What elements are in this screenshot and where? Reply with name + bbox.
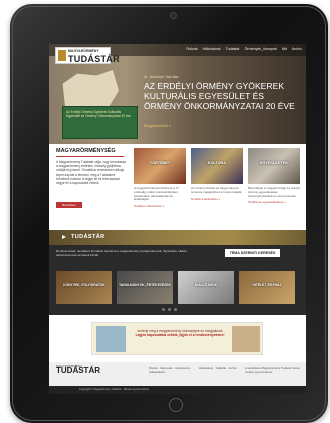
nav-item[interactable]: Rólunk bbox=[186, 47, 197, 51]
card-text: A magyarörmények története a 17. századi… bbox=[134, 186, 181, 202]
tile-label: HITÉLET, EGYHÁZ bbox=[252, 283, 282, 287]
card-label: EGYESÜLETEK bbox=[259, 161, 289, 165]
footer-links[interactable]: Rólunk · Kapcsolat · Impresszum · Adatvé… bbox=[149, 366, 193, 374]
heading-divider bbox=[56, 156, 124, 157]
footer-links[interactable]: Hálózatunk · Tudástár · Archív bbox=[199, 366, 239, 371]
tile-konyvek[interactable]: KÖNYVEK, FOLYÓIRATOK bbox=[56, 271, 112, 304]
intro-text: A Magyarörmény Tudástár célja, hogy bemu… bbox=[56, 160, 126, 186]
footer-logo[interactable]: TUDÁSTÁR bbox=[56, 366, 100, 375]
browser-screen: MAGYARÖRMÉNY TUDÁSTÁR Rólunk Hálózatunk … bbox=[49, 44, 306, 394]
nav-item[interactable]: Tudástár bbox=[226, 47, 240, 51]
tudastar-text: Rendszerezett, tematikus formában keresh… bbox=[56, 249, 188, 257]
card-image: TÖRTÉNET bbox=[134, 148, 186, 184]
hero-book-cover[interactable]: Az Erdélyi Örmény Gyökerek Kulturális Eg… bbox=[62, 106, 138, 139]
copyright-text: Copyright © Magyarörmény Tudástár · Mind… bbox=[79, 388, 149, 391]
logo-title: TUDÁSTÁR bbox=[68, 54, 120, 64]
banner-image bbox=[96, 326, 126, 352]
card-link[interactable]: Tovább a történethez » bbox=[134, 204, 186, 208]
camera-icon bbox=[170, 12, 177, 19]
topic-card-kultura[interactable]: KULTÚRA Az örmény kultúra és hagyományok… bbox=[191, 148, 243, 201]
topic-card-tortenet[interactable]: TÖRTÉNET A magyarörmények története a 17… bbox=[134, 148, 186, 208]
nav-item[interactable]: Örmények_ünnepek bbox=[245, 47, 277, 51]
banner-text: Ismerje meg a magyarörmény közösségek és… bbox=[132, 329, 228, 338]
section-heading: MAGYARÖRMÉNYSÉG bbox=[56, 148, 116, 154]
card-link[interactable]: Tovább a kultúrához » bbox=[191, 197, 243, 201]
banner-line: Légjen kapcsolatba velünk, jöjjön el a r… bbox=[135, 333, 225, 338]
card-text: Bemutatjuk a magyarországi és erdélyi ör… bbox=[248, 186, 300, 198]
card-text: Az örmény kultúra és hagyományok ismeret… bbox=[191, 186, 243, 194]
copyright-bar: Copyright © Magyarörmény Tudástár · Mind… bbox=[49, 386, 306, 394]
hero-author: dr. Issekutz Sarolta: bbox=[144, 74, 180, 79]
arrow-right-icon bbox=[62, 235, 66, 239]
tile-tanulmanyok[interactable]: TANULMÁNYOK, ÉRTEKEZÉSEK bbox=[117, 271, 173, 304]
card-image: EGYESÜLETEK bbox=[248, 148, 300, 184]
nav-item[interactable]: Mit bbox=[282, 47, 287, 51]
book-title: Az Erdélyi Örmény Gyökerek Kulturális Eg… bbox=[66, 110, 132, 118]
topic-card-egyesuletek[interactable]: EGYESÜLETEK Bemutatjuk a magyarországi é… bbox=[248, 148, 300, 204]
tile-label: TANULMÁNYOK, ÉRTEKEZÉSEK bbox=[119, 283, 171, 287]
tile-hitelet[interactable]: HITÉLET, EGYHÁZ bbox=[239, 271, 295, 304]
nav-item[interactable]: Hálózatunk bbox=[203, 47, 221, 51]
tile-label: KÖNYVEK, FOLYÓIRATOK bbox=[63, 283, 105, 287]
main-menu: Rólunk Hálózatunk Tudástár Örmények_ünne… bbox=[186, 47, 302, 51]
card-link[interactable]: Tovább az egyesületekhez » bbox=[248, 200, 300, 204]
tile-label: KIÁLLÍTÁSOK bbox=[194, 283, 218, 287]
nav-item[interactable]: Archív bbox=[292, 47, 302, 51]
logo-emblem-icon bbox=[58, 50, 66, 61]
promo-banner[interactable]: Ismerje meg a magyarörmény közösségek és… bbox=[91, 322, 263, 355]
banner-image bbox=[232, 326, 260, 352]
tile-kiallitasok[interactable]: KIÁLLÍTÁSOK bbox=[178, 271, 234, 304]
tudastar-band: TUDÁSTÁR bbox=[49, 230, 306, 245]
card-label: KULTÚRA bbox=[207, 161, 227, 165]
card-image: KULTÚRA bbox=[191, 148, 243, 184]
logo-subtitle: MAGYARÖRMÉNY bbox=[68, 49, 99, 53]
site-logo[interactable]: MAGYARÖRMÉNY TUDÁSTÁR bbox=[55, 47, 120, 64]
band-title: TUDÁSTÁR bbox=[71, 234, 105, 240]
home-button[interactable] bbox=[169, 398, 183, 412]
topic-search-button[interactable]: TÉMA SZERINTI KERESÉS bbox=[225, 249, 280, 257]
footer-info: A weboldal a Magyarörmény Tudástár része… bbox=[245, 366, 301, 374]
hero-more-link[interactable]: Megjelenésről » bbox=[144, 124, 171, 128]
carousel-dots[interactable] bbox=[162, 308, 177, 311]
hero-title: AZ ERDÉLYI ÖRMÉNY GYÖKEREK KULTURÁLIS EG… bbox=[144, 81, 295, 111]
card-label: TÖRTÉNET bbox=[149, 161, 171, 165]
more-button[interactable]: Bővebben bbox=[56, 202, 82, 208]
